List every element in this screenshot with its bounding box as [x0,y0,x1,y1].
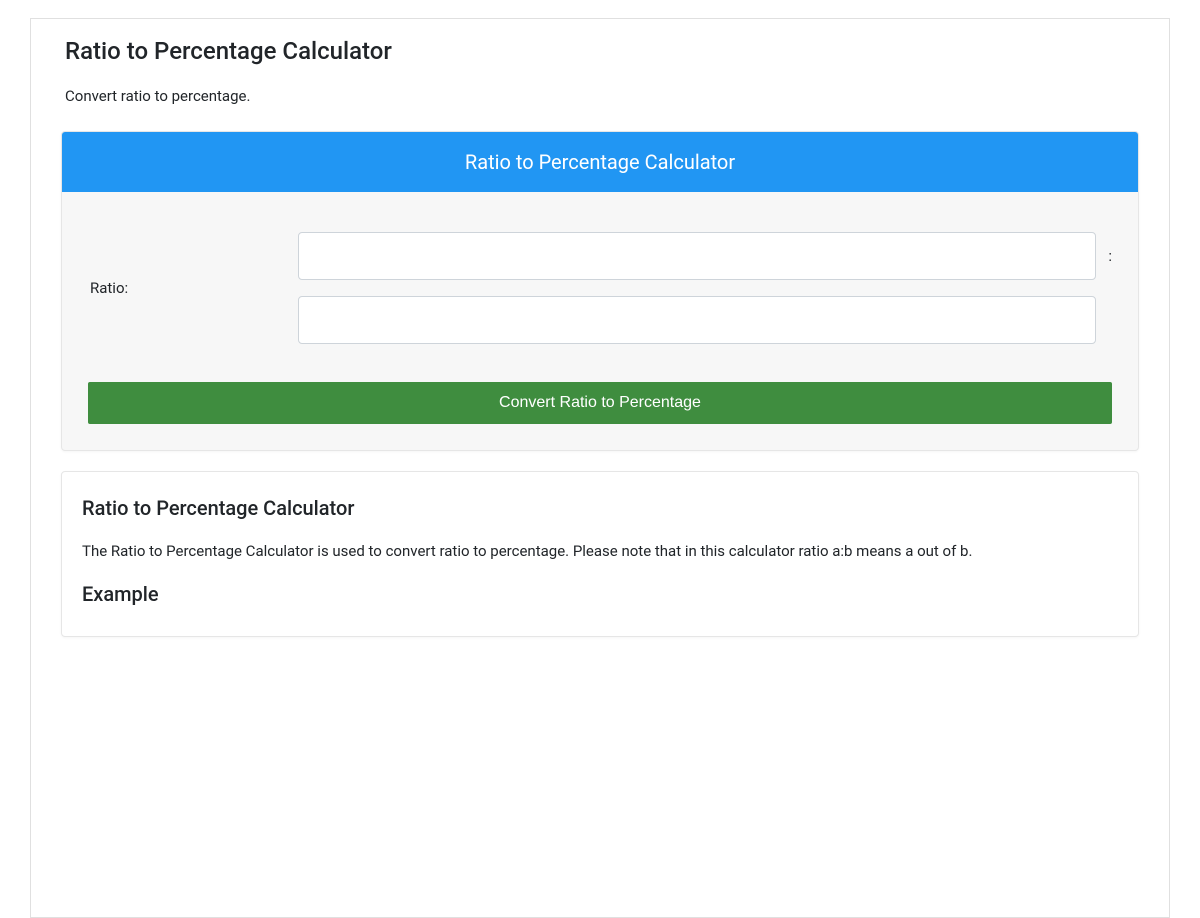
page-wrapper: Ratio to Percentage Calculator Convert r… [30,18,1170,918]
convert-button[interactable]: Convert Ratio to Percentage [88,382,1112,424]
ratio-input-line-a: : [298,232,1112,280]
ratio-form-row: Ratio: : [88,232,1112,344]
info-body: Ratio to Percentage Calculator The Ratio… [62,472,1138,636]
ratio-label: Ratio: [88,279,298,297]
info-paragraph: The Ratio to Percentage Calculator is us… [82,542,1118,560]
ratio-inputs: : [298,232,1112,344]
calculator-card-title: Ratio to Percentage Calculator [62,132,1138,192]
example-heading: Example [82,582,1118,606]
page-subtitle: Convert ratio to percentage. [61,87,1139,105]
page-title: Ratio to Percentage Calculator [61,37,1139,65]
info-heading: Ratio to Percentage Calculator [82,496,1118,520]
calculator-card: Ratio to Percentage Calculator Ratio: : [61,131,1139,451]
ratio-input-line-b [298,296,1112,344]
ratio-separator: : [1096,247,1112,265]
calculator-body: Ratio: : Convert Ratio to Percentage [62,192,1138,450]
page-inner: Ratio to Percentage Calculator Convert r… [31,19,1169,637]
ratio-input-a[interactable] [298,232,1096,280]
info-card: Ratio to Percentage Calculator The Ratio… [61,471,1139,637]
ratio-input-b[interactable] [298,296,1096,344]
